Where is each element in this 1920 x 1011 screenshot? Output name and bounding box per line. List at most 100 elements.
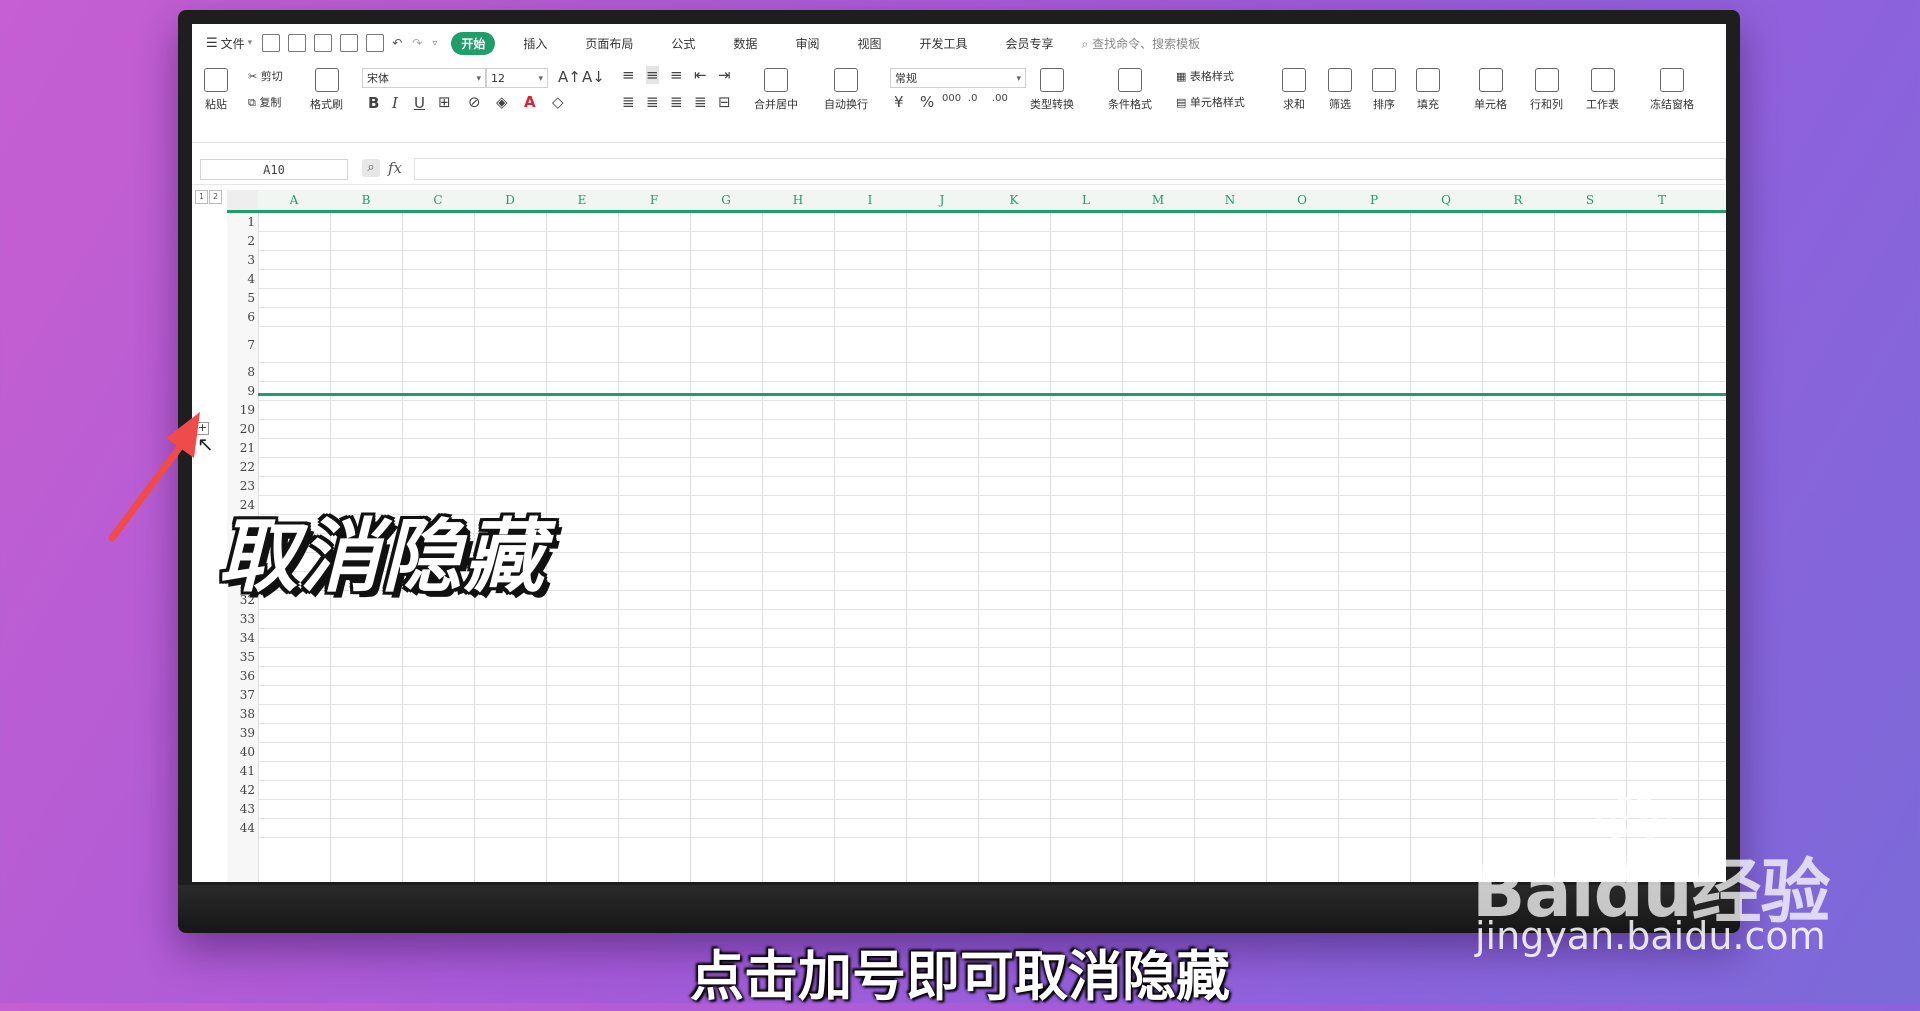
tab-developer[interactable]: 开发工具 — [909, 32, 977, 55]
number-format-select[interactable]: 常规 ▾ — [890, 68, 1026, 88]
formula-input[interactable] — [414, 158, 1726, 180]
row-header[interactable]: 1 — [247, 215, 255, 229]
column-header[interactable]: S — [1554, 190, 1626, 210]
tab-formulas[interactable]: 公式 — [661, 32, 705, 55]
export-icon[interactable] — [288, 34, 307, 52]
column-header[interactable]: M — [1122, 190, 1194, 210]
row-header[interactable]: 43 — [240, 802, 255, 816]
tab-insert[interactable]: 插入 — [513, 32, 557, 55]
row-header[interactable]: 20 — [240, 422, 255, 436]
row-header[interactable]: 5 — [247, 291, 255, 305]
row-header[interactable]: 4 — [247, 272, 255, 286]
fill-button[interactable]: 填充 — [1416, 68, 1440, 112]
increase-font-icon[interactable]: A↑ — [558, 68, 581, 86]
font-color-icon[interactable]: A — [524, 93, 536, 111]
clear-icon[interactable]: ◇ — [552, 93, 564, 111]
font-name-select[interactable]: 宋体 ▾ — [362, 68, 486, 88]
column-header[interactable]: Q — [1410, 190, 1482, 210]
column-header[interactable]: C — [402, 190, 474, 210]
column-header[interactable]: F — [618, 190, 690, 210]
column-header[interactable]: P — [1338, 190, 1410, 210]
merge-center-button[interactable]: 合并居中 — [754, 68, 798, 112]
row-header[interactable]: 37 — [240, 688, 255, 702]
row-header[interactable]: 6 — [247, 310, 255, 324]
column-header[interactable]: E — [546, 190, 618, 210]
align-bottom-icon[interactable]: ≡ — [670, 66, 683, 84]
undo-icon[interactable]: ↶ — [392, 36, 402, 50]
row-header[interactable]: 39 — [240, 726, 255, 740]
row-header[interactable]: 22 — [240, 460, 255, 474]
cell-style-button[interactable]: ▤ 单元格样式 — [1176, 94, 1245, 110]
align-middle-icon[interactable]: ≡ — [646, 66, 659, 84]
row-header[interactable]: 23 — [240, 479, 255, 493]
format-painter-button[interactable]: 格式刷 — [310, 68, 343, 112]
row-header[interactable]: 41 — [240, 764, 255, 778]
column-header[interactable]: N — [1194, 190, 1266, 210]
paste-button[interactable]: 粘贴 — [204, 68, 228, 112]
row-header[interactable]: 44 — [240, 821, 255, 835]
worksheet-button[interactable]: 工作表 — [1586, 68, 1619, 112]
decrease-font-icon[interactable]: A↓ — [582, 68, 605, 86]
print-icon[interactable] — [314, 34, 333, 52]
row-header[interactable]: 2 — [247, 234, 255, 248]
distributed-icon[interactable]: ⊟ — [718, 93, 731, 111]
save-icon[interactable] — [262, 34, 281, 52]
column-header[interactable]: O — [1266, 190, 1338, 210]
increase-decimal-icon[interactable]: .0 — [968, 93, 978, 104]
cut-button[interactable]: ✂ 剪切 — [248, 68, 283, 84]
column-header[interactable]: T — [1626, 190, 1698, 210]
font-size-select[interactable]: 12 ▾ — [486, 68, 548, 88]
column-header[interactable]: H — [762, 190, 834, 210]
italic-icon[interactable]: I — [392, 94, 398, 112]
align-right-icon[interactable]: ≣ — [670, 93, 683, 111]
print-preview-icon[interactable] — [340, 34, 359, 52]
column-header[interactable]: B — [330, 190, 402, 210]
strikethrough-icon[interactable]: ⊘ — [468, 93, 481, 111]
find-icon[interactable] — [366, 34, 385, 52]
menu-button[interactable]: ☰ 文件 ▾ — [206, 35, 252, 52]
row-header[interactable]: 21 — [240, 441, 255, 455]
sort-button[interactable]: 排序 — [1372, 68, 1396, 112]
copy-button[interactable]: ⧉ 复制 — [248, 94, 281, 110]
row-header[interactable]: 38 — [240, 707, 255, 721]
thousands-icon[interactable]: 000 — [942, 93, 961, 104]
sum-button[interactable]: 求和 — [1282, 68, 1306, 112]
row-col-button[interactable]: 行和列 — [1530, 68, 1563, 112]
row-header[interactable]: 42 — [240, 783, 255, 797]
column-header[interactable]: D — [474, 190, 546, 210]
indent-icon[interactable]: ⇥ — [718, 66, 731, 84]
row-header[interactable]: 3 — [247, 253, 255, 267]
freeze-panes-button[interactable]: 冻结窗格 — [1650, 68, 1694, 112]
group-level-2[interactable]: 2 — [209, 190, 222, 204]
fill-color-icon[interactable]: ◈ — [496, 93, 508, 111]
percent-icon[interactable]: % — [920, 93, 934, 111]
table-style-button[interactable]: ▦ 表格样式 — [1176, 68, 1234, 84]
tab-review[interactable]: 审阅 — [785, 32, 829, 55]
decrease-decimal-icon[interactable]: .00 — [992, 93, 1008, 104]
group-level-1[interactable]: 1 — [195, 190, 208, 204]
align-center-icon[interactable]: ≣ — [646, 93, 659, 111]
row-header[interactable]: 19 — [240, 403, 255, 417]
customize-icon[interactable]: ▿ — [432, 38, 437, 49]
conditional-format-button[interactable]: 条件格式 — [1108, 68, 1152, 112]
row-header[interactable]: 7 — [247, 338, 255, 352]
function-icon[interactable]: fx — [388, 159, 402, 177]
column-header[interactable]: K — [978, 190, 1050, 210]
row-header[interactable]: 9 — [247, 384, 255, 398]
cell-button[interactable]: 单元格 — [1474, 68, 1507, 112]
row-header[interactable]: 35 — [240, 650, 255, 664]
border-icon[interactable]: ⊞ — [438, 93, 451, 111]
outdent-icon[interactable]: ⇤ — [694, 66, 707, 84]
underline-icon[interactable]: U — [414, 94, 425, 112]
row-header[interactable]: 36 — [240, 669, 255, 683]
type-convert-button[interactable]: 类型转换 — [1030, 68, 1074, 112]
align-top-icon[interactable]: ≡ — [622, 66, 635, 84]
column-header[interactable]: G — [690, 190, 762, 210]
column-header[interactable]: R — [1482, 190, 1554, 210]
wrap-text-button[interactable]: 自动换行 — [824, 68, 868, 112]
zoom-icon[interactable]: ⌕ — [362, 159, 380, 177]
command-search[interactable]: ⌕ 查找命令、搜索模板 — [1082, 35, 1201, 52]
column-header[interactable]: I — [834, 190, 906, 210]
currency-icon[interactable]: ¥ — [894, 93, 904, 111]
row-header[interactable]: 34 — [240, 631, 255, 645]
